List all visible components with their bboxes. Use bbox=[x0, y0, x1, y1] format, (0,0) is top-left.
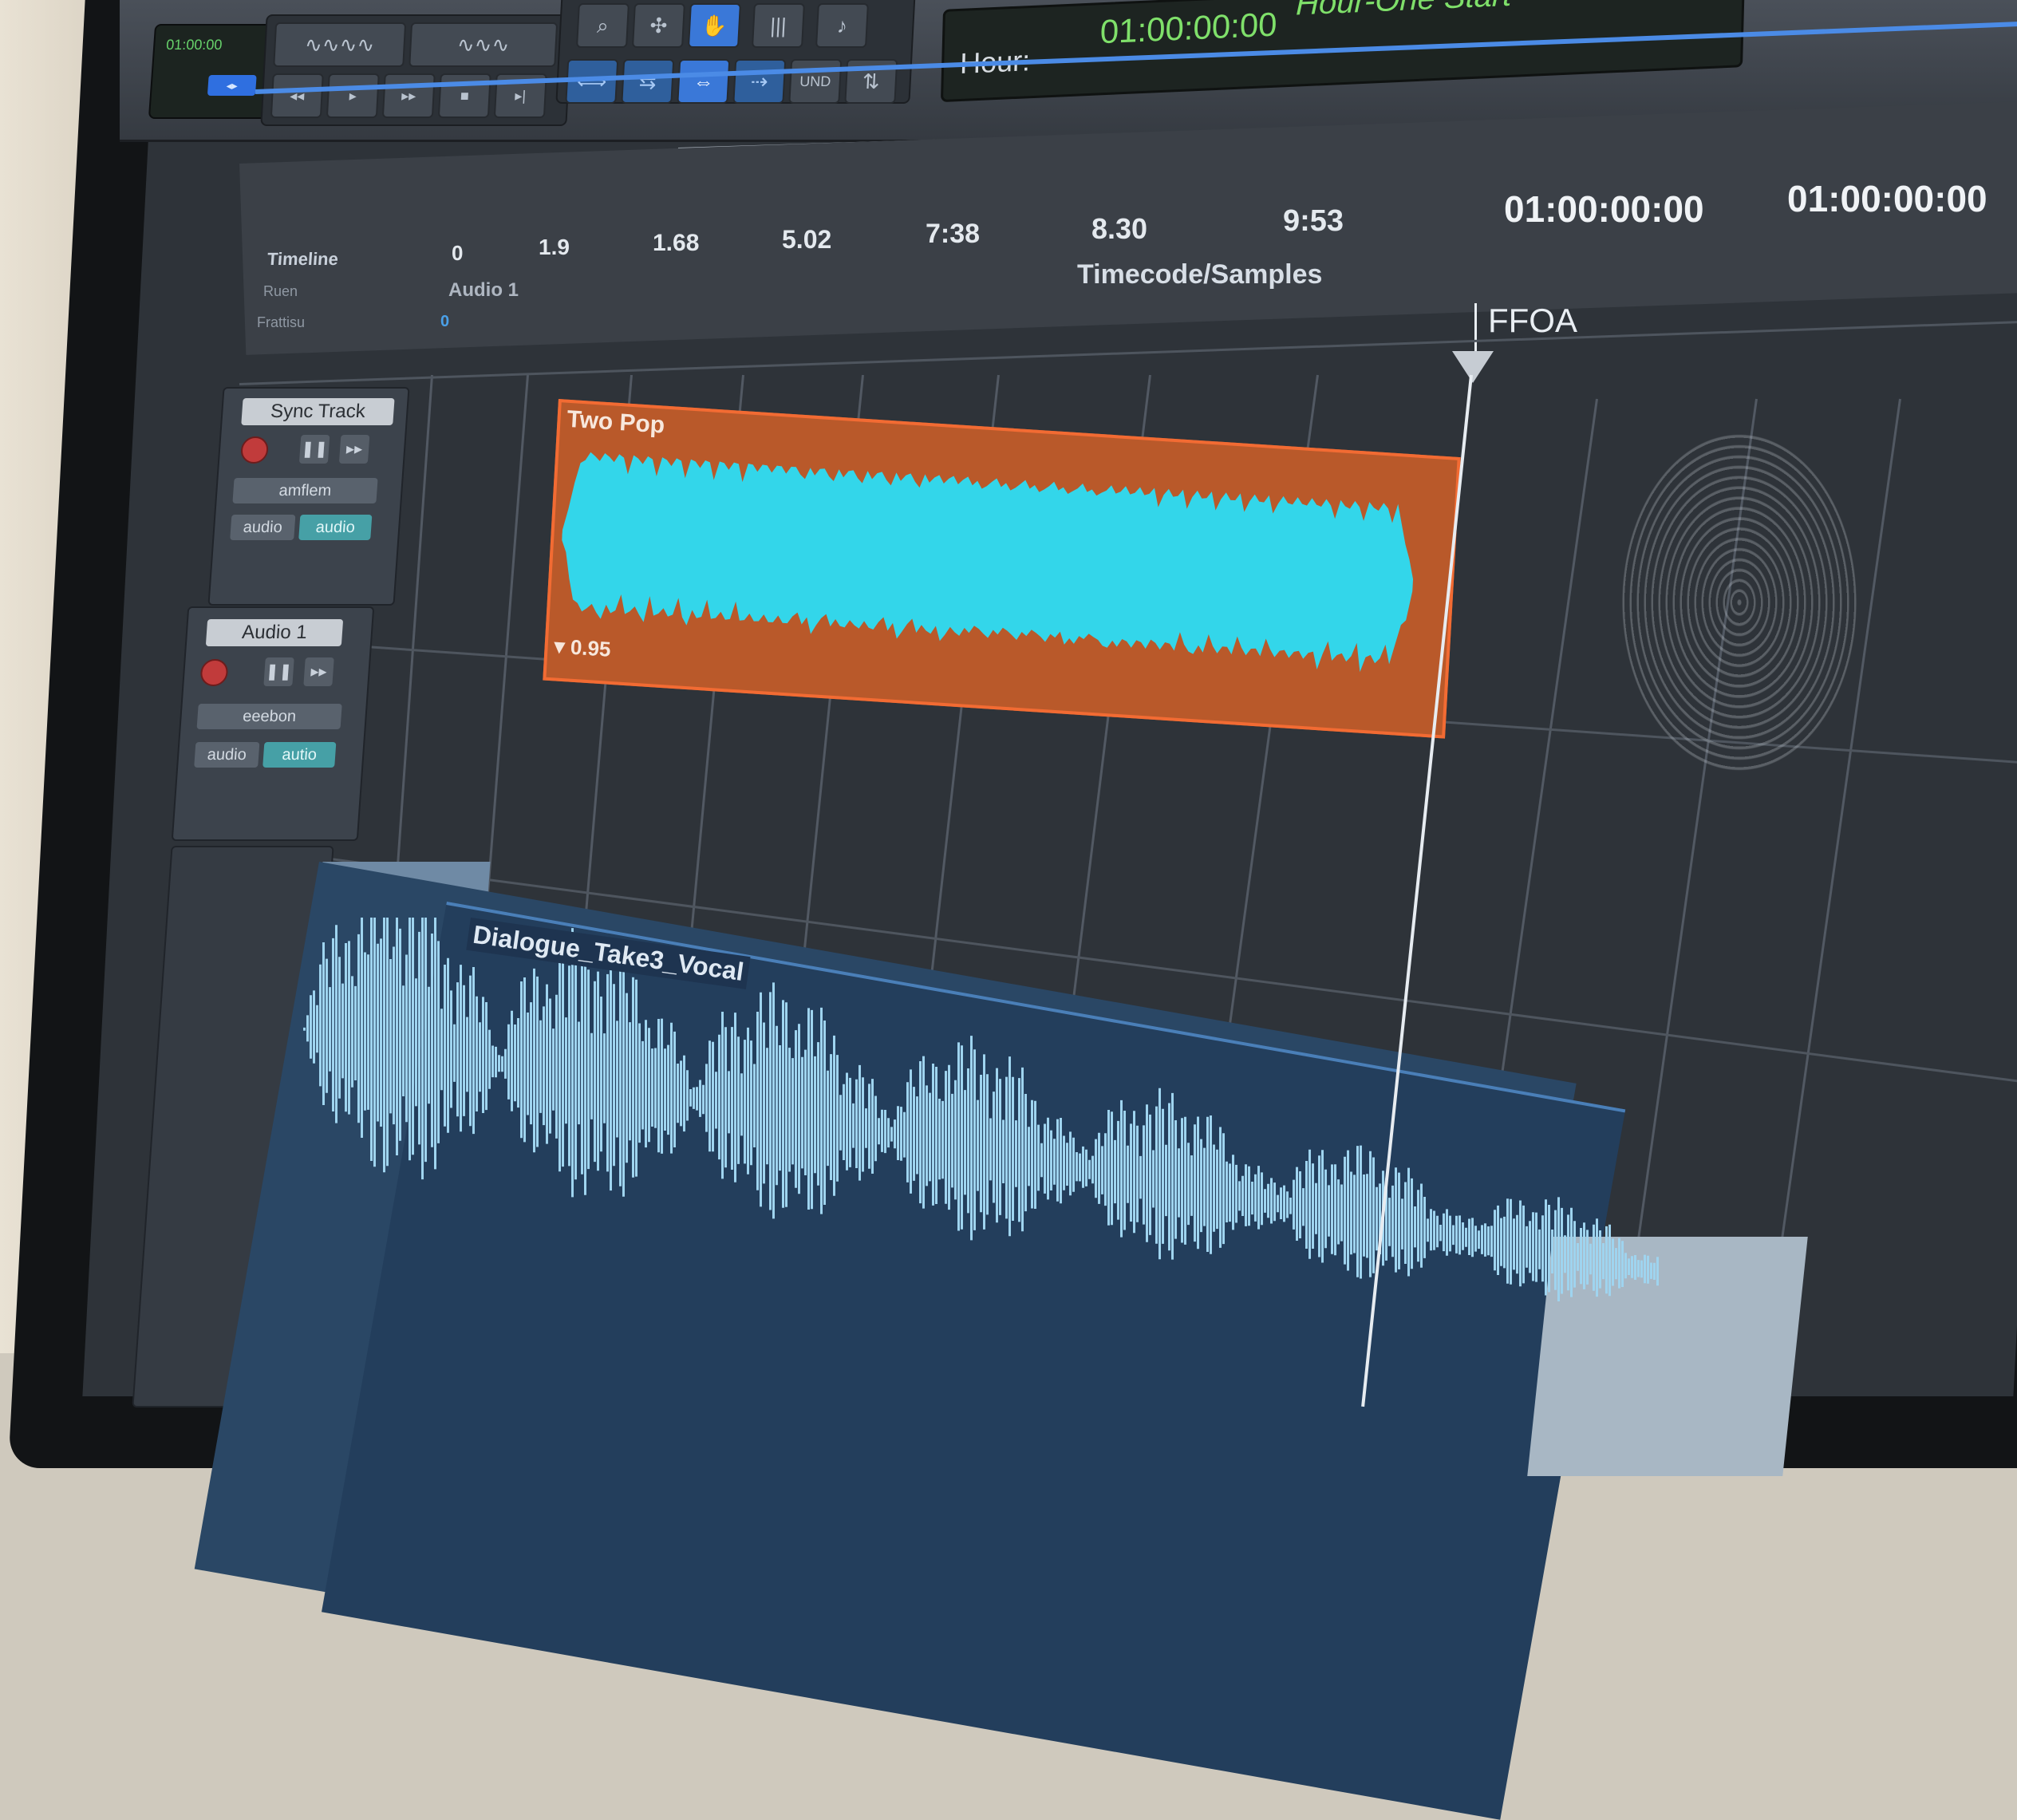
play-icon[interactable]: ▸▸ bbox=[303, 657, 334, 686]
play-icon[interactable]: ▸▸ bbox=[338, 435, 370, 464]
audio-ruler-label: Audio 1 bbox=[448, 279, 519, 301]
track-header-audio[interactable]: Audio 1 ❚❚ ▸▸ eeebon audio autio bbox=[171, 606, 375, 841]
edit-modes-group: ∿∿∿∿ ∿∿∿ ◂◂ ▸ ▸▸ ■ ▸| bbox=[260, 14, 573, 126]
forward-icon[interactable]: ▸▸ bbox=[381, 73, 436, 118]
clip-two-pop[interactable]: Two Pop ▾ 0.95 bbox=[543, 399, 1461, 739]
playhead-flag-icon[interactable] bbox=[1452, 351, 1494, 383]
track-header-sync[interactable]: Sync Track ❚❚ ▸▸ amflem audio audio bbox=[207, 387, 410, 606]
waveform-zoom-icon[interactable]: ∿∿∿ bbox=[409, 22, 559, 67]
ruler-tick: 9:53 bbox=[1283, 204, 1344, 238]
ruler-name-timeline[interactable]: Timeline bbox=[266, 249, 339, 270]
waveform-icon[interactable]: ∿∿∿∿ bbox=[273, 22, 407, 67]
two-pop-waveform bbox=[562, 452, 1414, 673]
start-label: Hour-One Start bbox=[1296, 0, 1512, 23]
track-mode-select[interactable]: eeebon bbox=[196, 704, 342, 729]
pause-icon[interactable]: ❚❚ bbox=[263, 657, 294, 686]
smart-tool-icon[interactable]: ✣ bbox=[632, 3, 685, 48]
zero-marker: 0 bbox=[440, 313, 450, 330]
timecode-samples-heading: Timecode/Samples bbox=[1077, 259, 1323, 290]
ruler-name-ruen[interactable]: Ruen bbox=[263, 283, 298, 300]
output-select[interactable]: autio bbox=[262, 742, 337, 768]
slip-icon[interactable]: ⇆ bbox=[621, 59, 675, 104]
track-mode-select[interactable]: amflem bbox=[232, 478, 378, 503]
track-name[interactable]: Sync Track bbox=[241, 398, 395, 425]
input-select[interactable]: audio bbox=[194, 742, 260, 768]
record-icon[interactable] bbox=[239, 436, 270, 464]
ffoa-marker-line bbox=[1474, 303, 1477, 351]
mini-counter: 01:00:00 ◂▸ bbox=[148, 24, 278, 119]
back-icon[interactable]: ▸ bbox=[326, 73, 380, 118]
record-icon[interactable] bbox=[199, 659, 229, 686]
track-name[interactable]: Audio 1 bbox=[205, 619, 344, 646]
ruler-tick: 1.68 bbox=[653, 230, 700, 256]
ruler-tick: 0 bbox=[452, 241, 464, 265]
rewind-icon[interactable]: ◂◂ bbox=[270, 73, 324, 118]
output-select[interactable]: audio bbox=[298, 515, 373, 540]
grabber-icon[interactable]: ✋ bbox=[688, 3, 741, 48]
screen-smudge bbox=[1620, 431, 1859, 774]
zoom-icon[interactable]: ⌕ bbox=[576, 3, 630, 48]
dialogue-waveform bbox=[303, 918, 1659, 1301]
ruler-name-frattisu[interactable]: Frattisu bbox=[257, 314, 305, 331]
ruler-tick: 8.30 bbox=[1091, 212, 1148, 245]
mini-counter-value: 01:00:00 bbox=[165, 37, 223, 53]
link-icon[interactable]: ⇔ bbox=[677, 59, 731, 104]
input-select[interactable]: audio bbox=[230, 515, 296, 540]
trim-icon[interactable]: ||| bbox=[752, 3, 805, 48]
pencil-icon[interactable]: ♪ bbox=[815, 3, 869, 48]
pause-icon[interactable]: ❚❚ bbox=[298, 435, 330, 464]
grid-icon[interactable]: ⇢ bbox=[732, 59, 787, 104]
main-counter-value: 01:00:00:00 bbox=[1099, 5, 1278, 51]
clip-gain[interactable]: ▾ 0.95 bbox=[554, 634, 611, 662]
clip-name: Two Pop bbox=[566, 405, 666, 439]
ruler-timecode: 01:00:00:00 bbox=[1787, 178, 1987, 219]
undo-icon[interactable]: UND bbox=[788, 59, 843, 104]
ruler-tick: 7:38 bbox=[926, 219, 981, 249]
mini-counter-toggle[interactable]: ◂▸ bbox=[207, 75, 257, 96]
ruler-timecode: 01:00:00:00 bbox=[1504, 188, 1704, 230]
ffoa-marker-label[interactable]: FFOA bbox=[1488, 302, 1577, 340]
ruler-tick: 5.02 bbox=[782, 225, 832, 254]
ruler-tick: 1.9 bbox=[539, 235, 570, 259]
edit-tools-group: ⌕ ✣ ✋ ||| ♪ ⟺ ⇆ ⇔ ⇢ UND ⇅ bbox=[555, 0, 916, 104]
